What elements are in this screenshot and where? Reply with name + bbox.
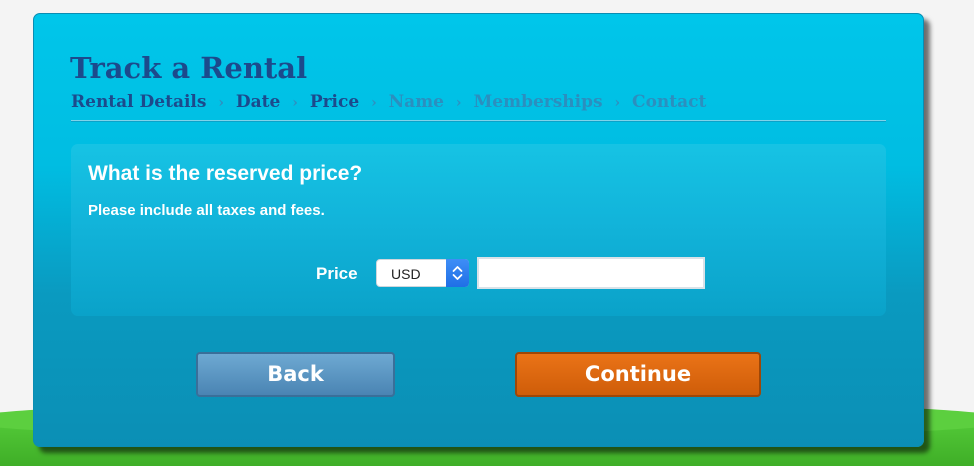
price-input[interactable] [477, 257, 705, 289]
currency-selected-value: USD [391, 266, 421, 282]
rental-panel: Track a Rental Rental Details › Date › P… [33, 13, 924, 447]
continue-button[interactable]: Continue [515, 352, 761, 397]
price-card: What is the reserved price? Please inclu… [71, 144, 886, 316]
select-stepper-icon[interactable] [446, 259, 469, 287]
breadcrumb-separator: › [614, 95, 621, 111]
breadcrumb-separator: › [371, 95, 377, 111]
breadcrumb-item-date[interactable]: Date [236, 92, 280, 112]
breadcrumb-separator: › [292, 95, 298, 111]
breadcrumb-separator: › [218, 95, 224, 111]
breadcrumb: Rental Details › Date › Price › Name › M… [71, 92, 706, 112]
question-hint: Please include all taxes and fees. [88, 202, 325, 219]
title-divider [71, 120, 886, 122]
breadcrumb-item-rental-details[interactable]: Rental Details [71, 92, 206, 112]
breadcrumb-item-name: Name [388, 92, 444, 112]
currency-select[interactable]: USD [376, 259, 469, 287]
page-title: Track a Rental [70, 51, 308, 85]
price-label: Price [316, 264, 358, 283]
breadcrumb-item-price: Price [309, 92, 360, 112]
breadcrumb-separator: › [455, 95, 462, 111]
back-button[interactable]: Back [196, 352, 395, 397]
breadcrumb-item-contact: Contact [632, 92, 707, 112]
breadcrumb-item-memberships: Memberships [473, 92, 603, 112]
question-heading: What is the reserved price? [88, 162, 363, 185]
